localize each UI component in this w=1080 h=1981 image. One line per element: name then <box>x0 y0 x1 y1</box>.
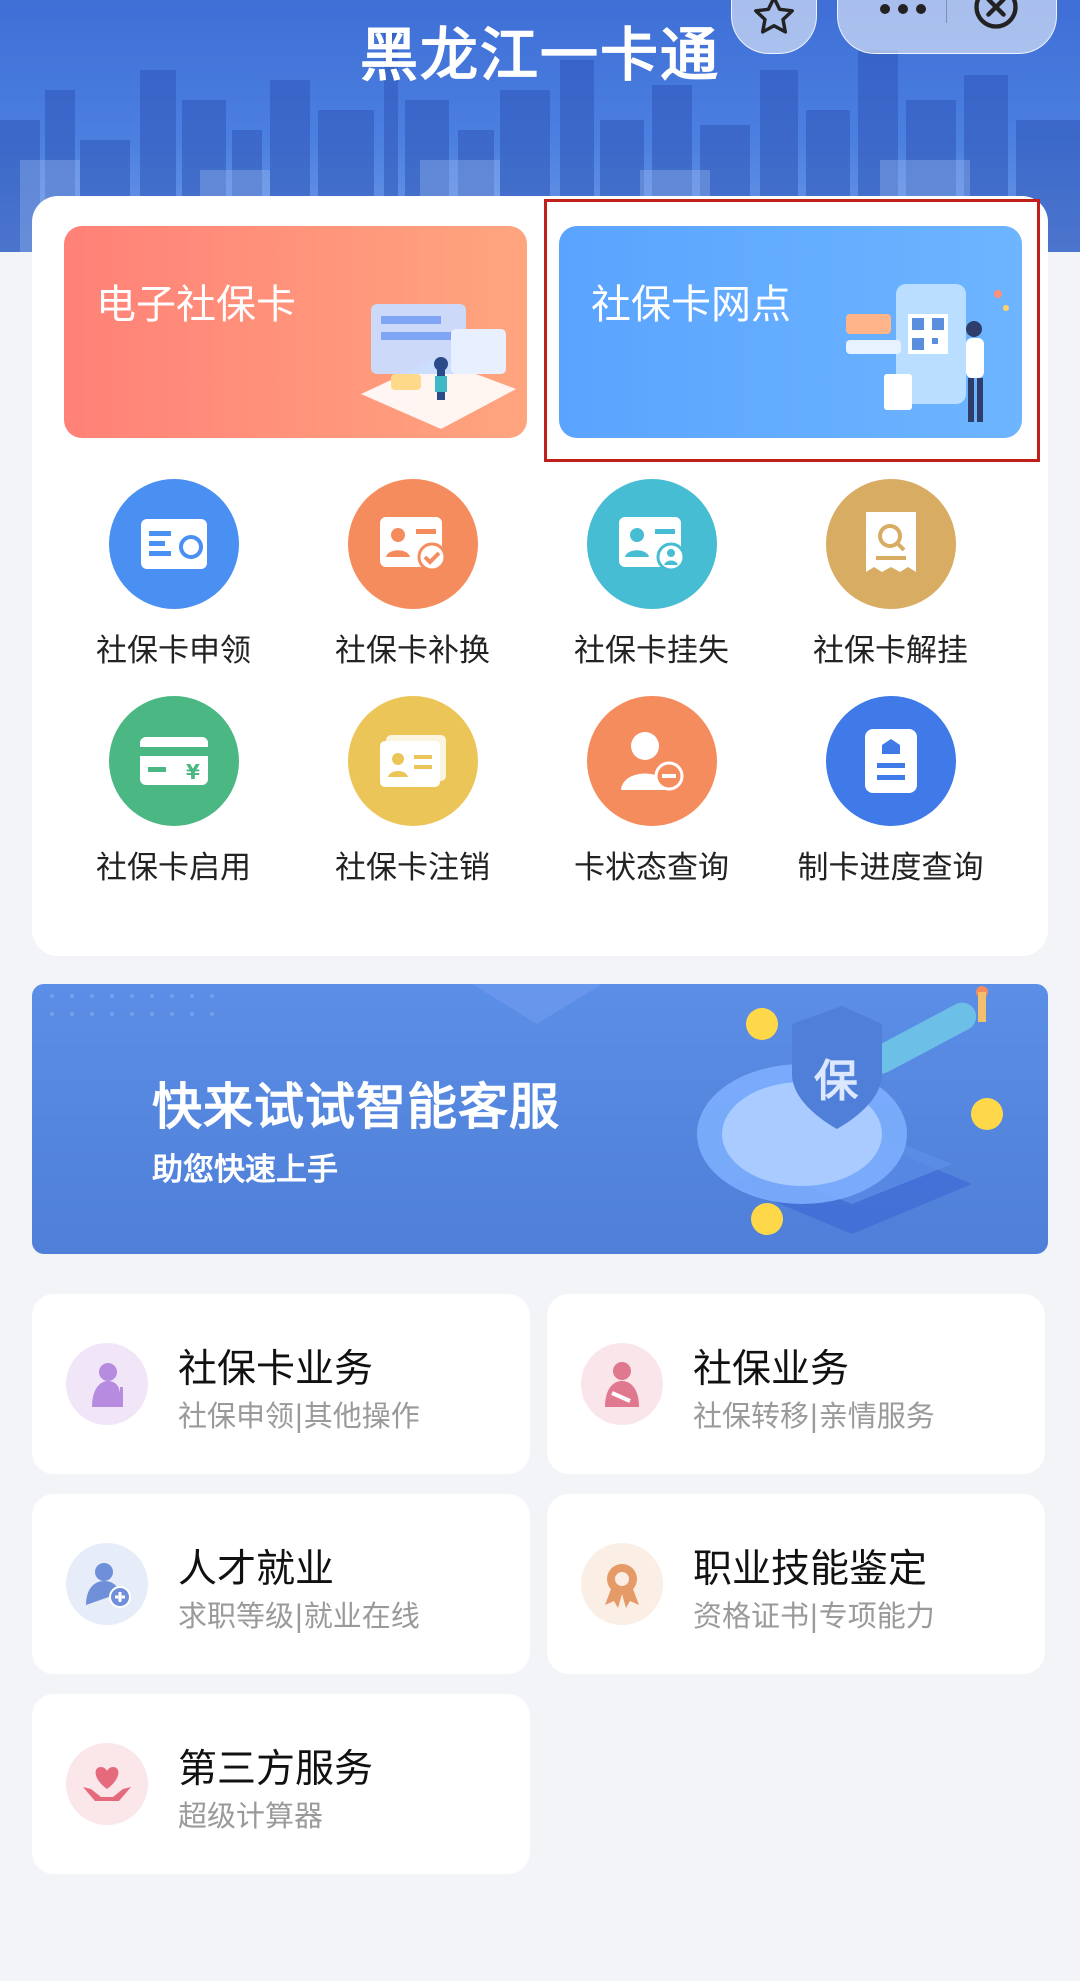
award-badge-icon <box>581 1543 663 1625</box>
close-circle-icon[interactable] <box>970 0 1022 33</box>
heart-hands-icon <box>66 1743 148 1825</box>
service-card-social-security[interactable]: 社保业务 社保转移|亲情服务 <box>547 1294 1045 1474</box>
service-subtitle: 超级计算器 <box>178 1799 324 1833</box>
service-card-vocational-skill[interactable]: 职业技能鉴定 资格证书|专项能力 <box>547 1494 1045 1674</box>
grid-item-card-apply[interactable]: 社保卡申领 <box>54 479 293 670</box>
card-activate-icon: ¥ <box>108 696 239 826</box>
service-card-talent-employment[interactable]: 人才就业 求职等级|就业在线 <box>32 1494 530 1674</box>
grid-label: 卡状态查询 <box>574 850 729 886</box>
card-apply-icon <box>108 479 239 609</box>
service-title: 第三方服务 <box>178 1747 374 1792</box>
card-report-loss-icon <box>586 479 717 609</box>
status-query-icon <box>586 696 717 826</box>
card-replace-icon <box>347 479 478 609</box>
service-title: 人才就业 <box>178 1547 335 1592</box>
grid-item-card-cancel[interactable]: 社保卡注销 <box>293 696 532 887</box>
electronic-card-button[interactable]: 电子社保卡 <box>64 226 527 438</box>
screens-person-illustration <box>361 304 516 429</box>
insurance-badge-text: 保 <box>814 1056 859 1107</box>
person-arm-sling-icon <box>581 1343 663 1425</box>
grid-label: 社保卡解挂 <box>813 633 968 669</box>
service-subtitle: 社保申领|其他操作 <box>178 1399 420 1433</box>
grid-label: 社保卡启用 <box>96 850 251 886</box>
svg-text:¥: ¥ <box>186 760 200 784</box>
more-dots-icon[interactable] <box>868 0 938 29</box>
service-title: 职业技能鉴定 <box>693 1547 928 1592</box>
grid-item-status-query[interactable]: 卡状态查询 <box>532 696 771 887</box>
card-services-grid: 社保卡申领 社保卡补换 社保卡挂失 社保卡解挂 ¥ 社保卡启用 社保卡注销 卡状… <box>32 479 1070 887</box>
grid-item-card-report-loss[interactable]: 社保卡挂失 <box>532 479 771 670</box>
service-card-social-security-card[interactable]: 社保卡业务 社保申领|其他操作 <box>32 1294 530 1474</box>
service-subtitle: 资格证书|专项能力 <box>693 1599 935 1633</box>
star-icon <box>754 0 794 34</box>
highlight-box <box>544 199 1040 462</box>
capsule-divider <box>946 0 947 23</box>
service-card-third-party[interactable]: 第三方服务 超级计算器 <box>32 1694 530 1874</box>
grid-label: 社保卡补换 <box>335 633 490 669</box>
elderly-person-icon <box>66 1343 148 1425</box>
social-security-card-panel: 电子社保卡 社保卡网点 社保卡申领 社保卡补换 社保卡挂失 社保卡解挂 ¥ 社保… <box>32 196 1048 956</box>
grid-item-progress-query[interactable]: 制卡进度查询 <box>771 696 1010 887</box>
grid-label: 社保卡挂失 <box>574 633 729 669</box>
person-add-icon <box>66 1543 148 1625</box>
service-subtitle: 社保转移|亲情服务 <box>693 1399 935 1433</box>
grid-label: 社保卡申领 <box>96 633 251 669</box>
smart-customer-service-banner[interactable]: 保 快来试试智能客服 助您快速上手 <box>32 984 1048 1254</box>
banner-title: 快来试试智能客服 <box>152 1078 560 1136</box>
card-cancel-icon <box>347 696 478 826</box>
grid-label: 社保卡注销 <box>335 850 490 886</box>
electronic-card-label: 电子社保卡 <box>96 282 296 328</box>
grid-item-card-replace[interactable]: 社保卡补换 <box>293 479 532 670</box>
progress-query-icon <box>825 696 956 826</box>
service-title: 社保卡业务 <box>178 1347 374 1392</box>
card-unfreeze-icon <box>825 479 956 609</box>
grid-item-card-unfreeze[interactable]: 社保卡解挂 <box>771 479 1010 670</box>
mini-program-capsule <box>837 0 1057 54</box>
grid-label: 制卡进度查询 <box>797 850 984 886</box>
banner-subtitle: 助您快速上手 <box>152 1152 338 1188</box>
grid-item-card-activate[interactable]: ¥ 社保卡启用 <box>54 696 293 887</box>
service-subtitle: 求职等级|就业在线 <box>178 1599 420 1633</box>
service-title: 社保业务 <box>693 1347 850 1392</box>
